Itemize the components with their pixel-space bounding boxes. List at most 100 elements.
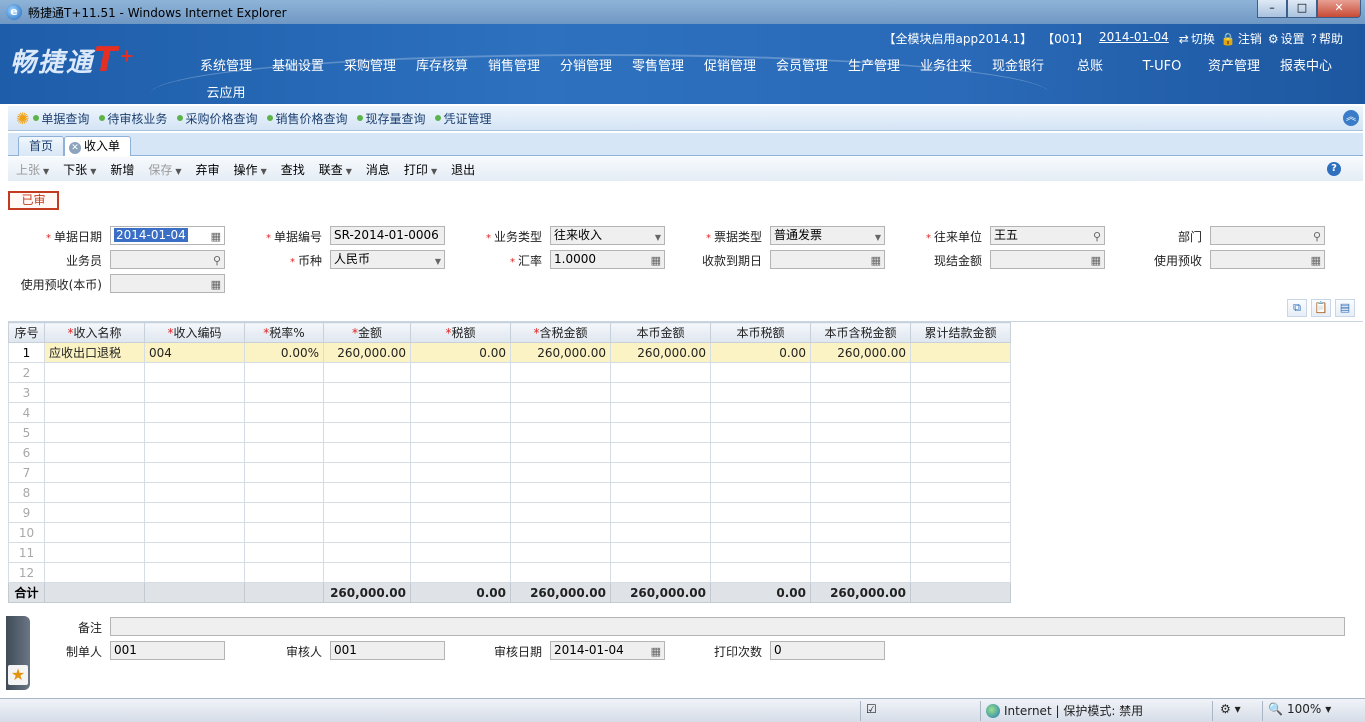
quick-link[interactable]: 现存量查询 [357,110,425,127]
table-cell[interactable] [323,422,411,443]
table-cell[interactable] [44,462,145,483]
chevron-down-icon[interactable]: ▼ [435,253,441,270]
maker-field[interactable]: 001 [110,641,225,660]
table-cell[interactable]: 260,000.00 [810,342,911,363]
table-cell[interactable] [810,362,911,383]
toolbar-button[interactable]: 消息 [366,161,390,178]
login-date[interactable]: 2014-01-04 [1099,30,1169,47]
table-cell[interactable]: 0.00 [710,342,811,363]
table-cell[interactable] [410,362,511,383]
calculator-icon[interactable]: ▦ [1311,252,1321,269]
menu-item[interactable]: 生产管理 [838,57,910,77]
table-cell[interactable] [610,502,711,523]
remark-field[interactable] [110,617,1345,636]
toolbar-button[interactable]: 上张 ▼ [16,161,49,178]
table-cell[interactable] [510,522,611,543]
table-cell[interactable] [610,542,711,563]
toolbar-button[interactable]: 联查 ▼ [319,161,352,178]
table-cell[interactable]: 3 [8,382,45,403]
zoom-control[interactable]: 🔍 100% ▾ [1268,702,1331,716]
table-cell[interactable] [810,542,911,563]
table-cell[interactable] [510,422,611,443]
table-cell[interactable]: 2 [8,362,45,383]
table-cell[interactable] [144,482,245,503]
paste-icon[interactable]: 📋 [1311,299,1331,317]
table-cell[interactable]: 260,000.00 [610,342,711,363]
table-cell[interactable] [323,362,411,383]
quick-link[interactable]: 单据查询 [33,110,89,127]
table-cell[interactable] [810,482,911,503]
table-cell[interactable] [144,422,245,443]
calculator-icon[interactable]: ▦ [211,276,221,293]
search-icon[interactable]: ⚲ [1313,228,1321,245]
calendar-icon[interactable]: ▦ [871,252,881,269]
table-cell[interactable] [510,462,611,483]
table-cell[interactable]: 10 [8,522,45,543]
table-cell[interactable] [410,382,511,403]
table-cell[interactable] [144,382,245,403]
table-cell[interactable] [44,402,145,423]
table-cell[interactable] [610,462,711,483]
table-cell[interactable] [710,442,811,463]
table-cell[interactable] [44,362,145,383]
table-row[interactable]: 11 [8,542,1011,563]
table-cell[interactable] [710,362,811,383]
toolbar-button[interactable]: 操作 ▼ [234,161,267,178]
table-cell[interactable] [323,482,411,503]
chevron-down-icon[interactable]: ▼ [261,167,267,176]
salesman-field[interactable]: ⚲ [110,250,225,269]
column-header[interactable]: 累计结款金额 [910,322,1011,343]
table-row[interactable]: 3 [8,382,1011,403]
table-cell[interactable] [144,502,245,523]
table-cell[interactable] [810,442,911,463]
table-cell[interactable] [323,542,411,563]
table-cell[interactable]: 6 [8,442,45,463]
table-cell[interactable] [710,382,811,403]
chevron-down-icon[interactable]: ▼ [431,167,437,176]
table-cell[interactable] [610,482,711,503]
menu-item[interactable]: 总账 [1054,57,1126,77]
table-cell[interactable] [910,402,1011,423]
use-advance-local-field[interactable]: ▦ [110,274,225,293]
menu-item[interactable]: 分销管理 [550,57,622,77]
table-row[interactable]: 10 [8,522,1011,543]
table-cell[interactable] [244,542,324,563]
table-cell[interactable] [910,462,1011,483]
table-cell[interactable] [510,482,611,503]
close-button[interactable]: ✕ [1317,0,1361,18]
toolbar-button[interactable]: 打印 ▼ [404,161,437,178]
column-header[interactable]: *收入编码 [144,322,245,343]
table-cell[interactable] [44,442,145,463]
table-cell[interactable] [910,342,1011,363]
table-cell[interactable] [144,442,245,463]
table-cell[interactable] [244,382,324,403]
help-icon[interactable]: ? [1327,162,1341,176]
toolbar-button[interactable]: 下张 ▼ [63,161,96,178]
top-link-switch[interactable]: ⇄ 切换 [1179,30,1215,47]
search-icon[interactable]: ⚲ [213,252,221,269]
menu-item[interactable]: 业务往来 [910,57,982,77]
table-cell[interactable] [510,362,611,383]
table-cell[interactable] [910,542,1011,563]
table-cell[interactable] [610,362,711,383]
table-cell[interactable] [244,482,324,503]
search-icon[interactable]: ⚲ [1093,228,1101,245]
table-row[interactable]: 8 [8,482,1011,503]
quick-link[interactable]: 凭证管理 [435,110,492,127]
tab-home[interactable]: 首页 [18,136,65,156]
table-cell[interactable] [144,542,245,563]
maximize-button[interactable]: □ [1287,0,1317,18]
table-cell[interactable] [323,562,411,583]
table-cell[interactable] [244,422,324,443]
table-cell[interactable] [710,542,811,563]
table-cell[interactable] [323,502,411,523]
column-header[interactable]: 本币税额 [710,322,811,343]
top-link-help[interactable]: ? 帮助 [1311,30,1343,47]
table-row[interactable]: 4 [8,402,1011,423]
star-icon[interactable]: ★ [8,665,28,685]
excel-export-icon[interactable]: ▤ [1335,299,1355,317]
table-cell[interactable]: 5 [8,422,45,443]
table-cell[interactable] [510,402,611,423]
quick-link[interactable]: 采购价格查询 [177,110,257,127]
table-cell[interactable] [323,402,411,423]
